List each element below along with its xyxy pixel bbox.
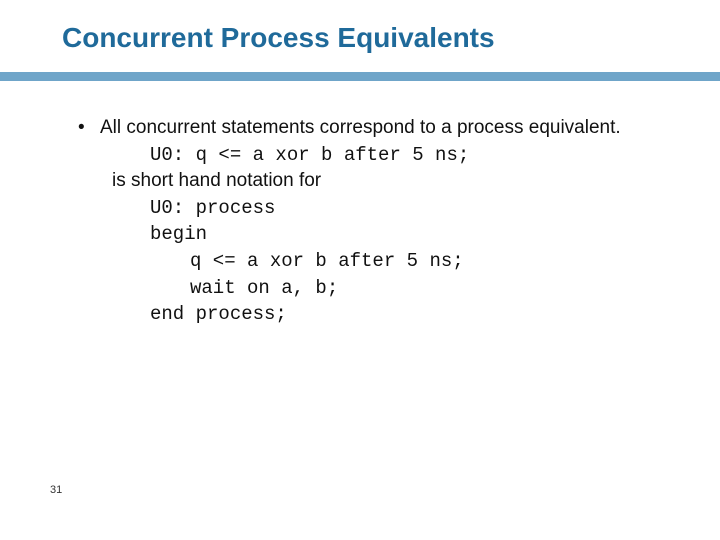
code-line-5: wait on a, b; [100,275,670,302]
slide: Concurrent Process Equivalents • All con… [0,0,720,540]
slide-title: Concurrent Process Equivalents [62,22,720,54]
title-block: Concurrent Process Equivalents [0,0,720,54]
bullet-text: All concurrent statements correspond to … [100,115,670,142]
shorthand-text: is short hand notation for [100,168,670,195]
code-line-2: U0: process [100,195,670,222]
page-number: 31 [50,484,62,496]
title-underline [0,72,720,81]
content-area: • All concurrent statements correspond t… [0,81,720,328]
code-line-1: U0: q <= a xor b after 5 ns; [100,142,670,169]
code-line-6: end process; [100,301,670,328]
bullet-marker: • [78,115,100,328]
bullet-item: • All concurrent statements correspond t… [78,115,670,328]
code-line-3: begin [100,221,670,248]
bullet-body: All concurrent statements correspond to … [100,115,670,328]
code-line-4: q <= a xor b after 5 ns; [100,248,670,275]
